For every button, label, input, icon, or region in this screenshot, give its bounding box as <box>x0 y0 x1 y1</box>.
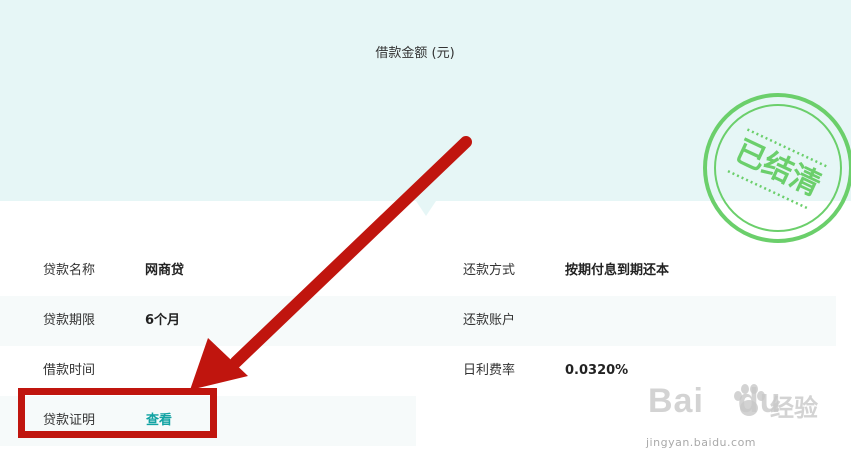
paw-icon <box>734 384 765 416</box>
daily-rate-value: 0.0320% <box>565 363 629 378</box>
header-pointer <box>416 201 436 216</box>
daily-rate-label: 日利费率 <box>463 363 516 378</box>
borrow-time-label: 借款时间 <box>43 363 96 378</box>
loan-term-value: 6个月 <box>145 313 181 328</box>
detail-row-striped <box>0 296 836 346</box>
watermark-brand: Bai du <box>648 382 782 420</box>
loan-amount-title: 借款金额 (元) <box>375 46 455 61</box>
repay-account-label: 还款账户 <box>463 313 516 328</box>
loan-name-value: 网商贷 <box>145 263 185 278</box>
loan-name-label: 贷款名称 <box>43 263 96 278</box>
watermark-url: jingyan.baidu.com <box>646 436 757 449</box>
baidu-jingyan-watermark: Bai du 经验 jingyan.baidu.com <box>640 378 840 458</box>
repay-method-value: 按期付息到期还本 <box>565 263 670 278</box>
loan-amount-header: 借款金额 (元) <box>0 0 851 201</box>
loan-term-label: 贷款期限 <box>43 313 96 328</box>
watermark-cn: 经验 <box>770 394 818 422</box>
highlight-box <box>18 388 217 438</box>
repay-method-label: 还款方式 <box>463 263 516 278</box>
